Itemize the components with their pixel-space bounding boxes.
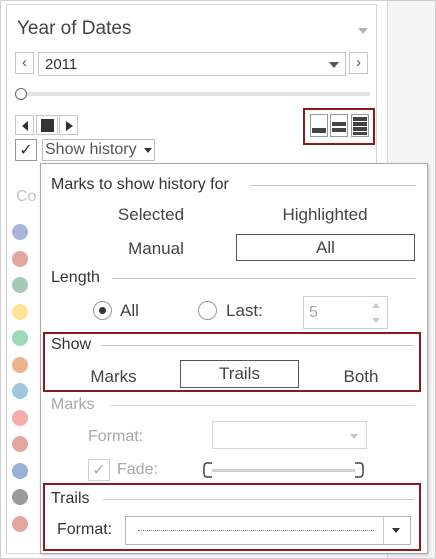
marks-option-highlighted[interactable]: Highlighted xyxy=(255,205,395,225)
play-icon xyxy=(66,121,73,131)
stop-button[interactable] xyxy=(36,115,58,135)
length-all-radio[interactable] xyxy=(93,301,112,320)
history-mode-highlight xyxy=(303,108,375,145)
length-last-label: Last: xyxy=(226,301,263,320)
stop-icon xyxy=(41,119,54,132)
fade-checkbox[interactable]: ✓ xyxy=(88,459,110,481)
filter-title: Year of Dates xyxy=(17,18,132,39)
chevron-down-icon xyxy=(350,434,358,439)
card-menu-caret-icon[interactable] xyxy=(358,28,368,34)
next-year-button[interactable]: › xyxy=(349,52,368,74)
length-section-title: Length xyxy=(51,269,100,286)
trails-section-title: Trails xyxy=(51,490,90,507)
history-mode-two-button[interactable] xyxy=(330,114,348,137)
year-slider-thumb[interactable] xyxy=(15,88,27,100)
step-back-icon xyxy=(22,121,28,131)
section-divider xyxy=(103,499,414,500)
marks-format-select[interactable] xyxy=(212,421,367,449)
dimension-label: Co xyxy=(16,188,37,205)
double-bar-icon xyxy=(332,122,346,132)
fade-label: Fade: xyxy=(117,461,158,478)
year-value: 2011 xyxy=(45,56,78,73)
country-flag-icon xyxy=(12,330,28,346)
year-select[interactable]: 2011 xyxy=(38,52,346,76)
trails-format-select[interactable] xyxy=(125,516,411,545)
history-mode-all-button[interactable] xyxy=(351,114,369,137)
show-section-title: Show xyxy=(51,336,92,353)
checkmark-icon: ✓ xyxy=(19,142,33,159)
length-last-value: 5 xyxy=(309,304,318,321)
marks-option-selected[interactable]: Selected xyxy=(96,205,206,225)
chevron-down-icon xyxy=(329,62,339,68)
fade-right-handle-icon[interactable] xyxy=(354,462,364,478)
length-last-radio[interactable] xyxy=(198,301,217,320)
marks-history-section-title: Marks to show history for xyxy=(51,176,229,193)
checkmark-icon: ✓ xyxy=(92,462,106,479)
trails-format-label: Format: xyxy=(57,521,113,538)
country-flag-icon xyxy=(12,462,28,479)
history-mode-one-button[interactable] xyxy=(310,114,328,137)
country-flag-icon xyxy=(12,303,28,320)
section-divider xyxy=(112,278,416,279)
marks-format-section-title: Marks xyxy=(51,396,95,413)
year-slider-track[interactable] xyxy=(26,92,370,96)
section-divider xyxy=(250,185,416,186)
stacked-bars-icon xyxy=(353,117,367,135)
show-history-label: Show history xyxy=(45,141,137,158)
country-flag-icon xyxy=(12,383,28,399)
play-button[interactable] xyxy=(59,115,78,135)
fade-slider-track[interactable] xyxy=(209,469,359,472)
show-option-both[interactable]: Both xyxy=(321,367,401,387)
show-history-checkbox[interactable]: ✓ xyxy=(15,139,37,161)
country-flag-icon xyxy=(12,224,28,240)
section-divider xyxy=(109,405,415,406)
country-flag-icon xyxy=(12,277,28,293)
stepper-arrows-icon xyxy=(372,303,380,323)
show-history-dropdown[interactable]: Show history xyxy=(42,139,155,161)
chevron-down-icon xyxy=(144,148,152,153)
dotted-line-preview-icon xyxy=(138,530,374,531)
country-flag-icon xyxy=(12,489,28,505)
history-options-panel: Marks to show history for Selected Highl… xyxy=(40,163,428,554)
show-option-trails[interactable]: Trails xyxy=(180,360,299,388)
chevron-left-icon: ‹ xyxy=(22,54,27,71)
length-last-stepper[interactable]: 5 xyxy=(303,296,388,329)
show-option-marks[interactable]: Marks xyxy=(71,367,156,387)
previous-year-button[interactable]: ‹ xyxy=(15,52,34,74)
marks-option-all[interactable]: All xyxy=(236,234,415,261)
country-flag-icon xyxy=(12,250,28,267)
chevron-right-icon: › xyxy=(356,54,361,71)
chevron-down-icon xyxy=(392,528,400,533)
country-flag-icon xyxy=(12,356,28,373)
country-flag-icon xyxy=(12,515,28,532)
select-divider xyxy=(383,517,384,544)
country-flag-icon xyxy=(12,436,28,452)
step-back-button[interactable] xyxy=(15,115,34,135)
marks-format-label: Format: xyxy=(88,428,144,445)
radio-selected-dot xyxy=(99,307,106,314)
marks-option-manual[interactable]: Manual xyxy=(96,239,216,259)
length-all-label: All xyxy=(120,301,139,320)
fade-left-handle-icon[interactable] xyxy=(203,462,213,478)
country-flag-icon xyxy=(12,409,28,426)
section-divider xyxy=(101,345,414,346)
single-bar-icon xyxy=(312,128,326,133)
